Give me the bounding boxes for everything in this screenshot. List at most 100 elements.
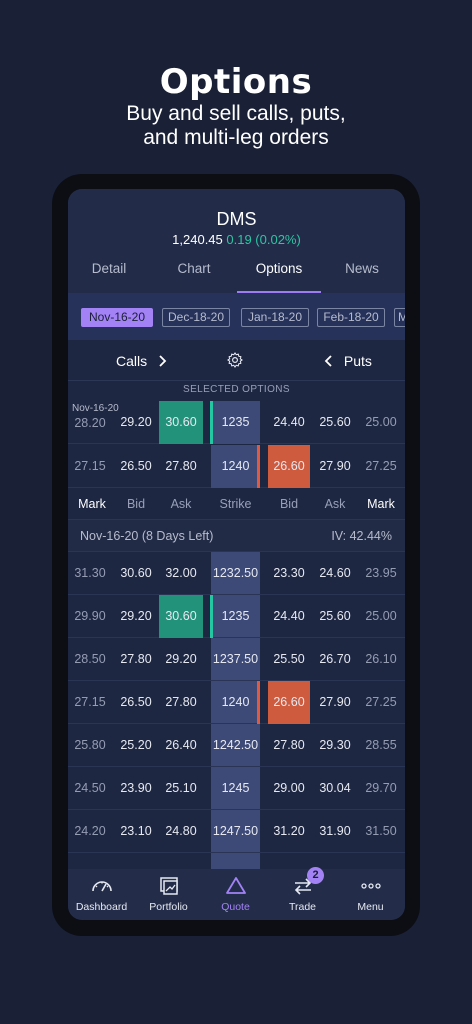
expiry-chip[interactable]: Nov-16-20 <box>81 308 153 327</box>
expiry-chip[interactable]: Feb-18-20 <box>317 308 385 327</box>
call-bid[interactable]: 29.20 <box>114 595 158 638</box>
put-ask[interactable]: 27.90 <box>313 681 357 724</box>
put-bid[interactable]: 31.20 <box>268 810 310 853</box>
call-ask[interactable]: 29.20 <box>159 638 203 681</box>
nav-label: Menu <box>357 901 384 913</box>
expiry-days-left: Nov-16-20 (8 Days Left) <box>80 529 214 543</box>
put-mark: 25.00 <box>365 609 397 623</box>
strike: 1240 <box>221 459 250 473</box>
put-ask[interactable]: 25.60 <box>313 595 357 638</box>
call-ask[interactable]: 30.60 <box>159 401 203 444</box>
strike: 1232.50 <box>212 566 259 580</box>
calls-button[interactable]: Calls <box>116 353 167 369</box>
call-mark: 29.90 <box>74 609 106 623</box>
expiry-chip[interactable]: M <box>394 308 405 327</box>
put-mark: 23.95 <box>365 566 397 580</box>
put-mark: 27.25 <box>365 695 397 709</box>
call-ask[interactable]: 27.80 <box>159 445 203 488</box>
nav-label: Trade <box>288 901 317 913</box>
option-chain-row[interactable]: 27.15 26.50 27.80 1240 26.60 27.90 27.25 <box>68 681 405 724</box>
col-put-mark: Mark <box>367 497 395 511</box>
call-ask[interactable]: 27.80 <box>159 681 203 724</box>
call-bid[interactable]: 23.90 <box>114 767 158 810</box>
option-chain-row[interactable]: 24.20 23.10 24.80 1247.50 31.20 31.90 31… <box>68 810 405 853</box>
put-ask[interactable]: 24.60 <box>313 552 357 595</box>
nav-portfolio[interactable]: Portfolio <box>135 869 202 920</box>
put-ask[interactable]: 25.60 <box>313 401 357 444</box>
option-chain-row[interactable]: 28.50 27.80 29.20 1237.50 25.50 26.70 26… <box>68 638 405 681</box>
chevron-right-icon <box>159 355 167 367</box>
expiry-info-bar: Nov-16-20 (8 Days Left) IV: 42.44% <box>68 520 405 552</box>
option-chain-row[interactable]: 24.50 23.90 25.10 1245 29.00 30.04 29.70 <box>68 767 405 810</box>
call-bid[interactable]: 27.80 <box>114 638 158 681</box>
call-mark: 28.50 <box>74 652 106 666</box>
call-bid[interactable]: 30.60 <box>114 552 158 595</box>
nav-label: Portfolio <box>149 901 188 913</box>
symbol-title: DMS <box>216 209 257 229</box>
put-bid[interactable]: 26.60 <box>268 681 310 724</box>
promo-subtitle-line1: Buy and sell calls, puts, <box>126 102 346 125</box>
nav-label: Dashboard <box>75 901 128 913</box>
put-bid[interactable]: 26.60 <box>268 445 310 488</box>
strike: 1237.50 <box>212 652 259 666</box>
call-ask[interactable]: 24.80 <box>159 810 203 853</box>
expiry-chip[interactable]: Dec-18-20 <box>162 308 230 327</box>
put-mark: 25.00 <box>365 415 397 429</box>
gear-icon[interactable] <box>226 351 244 369</box>
call-bid[interactable]: 26.50 <box>114 445 158 488</box>
selected-options-header: SELECTED OPTIONS <box>183 384 290 395</box>
call-ask[interactable]: 32.00 <box>159 552 203 595</box>
nav-dashboard[interactable]: Dashboard <box>68 869 135 920</box>
price-change: 0.19 (0.02%) <box>226 232 301 247</box>
call-bid[interactable]: 25.20 <box>114 724 158 767</box>
selected-option-row[interactable]: 27.15 26.50 27.80 1240 26.60 27.90 27.25 <box>68 445 405 488</box>
put-ask[interactable]: 31.90 <box>313 810 357 853</box>
gauge-icon <box>91 881 112 892</box>
col-call-ask: Ask <box>170 497 192 511</box>
nav-menu[interactable]: Menu <box>336 869 405 920</box>
calls-puts-toggle: Calls Puts <box>68 340 405 381</box>
put-ask[interactable]: 27.90 <box>313 445 357 488</box>
tab-options[interactable]: Options <box>237 261 321 276</box>
put-bid[interactable]: 24.40 <box>268 595 310 638</box>
call-mark: 25.80 <box>74 738 106 752</box>
call-ask[interactable]: 30.60 <box>159 595 203 638</box>
promo-subtitle: Buy and sell calls, puts, and multi-leg … <box>0 102 472 150</box>
call-ask[interactable]: 25.10 <box>159 767 203 810</box>
put-ask[interactable]: 30.04 <box>313 767 357 810</box>
call-bid[interactable]: 29.20 <box>114 401 158 444</box>
option-chain-row[interactable]: 25.80 25.20 26.40 1242.50 27.80 29.30 28… <box>68 724 405 767</box>
put-bid[interactable]: 29.00 <box>268 767 310 810</box>
option-chain-row[interactable]: 31.30 30.60 32.00 1232.50 23.30 24.60 23… <box>68 552 405 595</box>
tab-detail[interactable]: Detail <box>74 261 144 276</box>
strike: 1247.50 <box>212 824 259 838</box>
call-bid[interactable]: 26.50 <box>114 681 158 724</box>
puts-button[interactable]: Puts <box>324 353 372 369</box>
call-mark: 24.20 <box>74 824 106 838</box>
nav-trade[interactable]: 2 Trade <box>269 867 336 920</box>
implied-volatility: IV: 42.44% <box>331 529 392 543</box>
put-ask[interactable]: 26.70 <box>313 638 357 681</box>
expiry-chip[interactable]: Jan-18-20 <box>241 308 309 327</box>
col-put-ask: Ask <box>324 497 346 511</box>
option-chain-row[interactable]: 29.90 29.20 30.60 1235 24.40 25.60 25.00 <box>68 595 405 638</box>
call-bid[interactable]: 23.10 <box>114 810 158 853</box>
call-ask[interactable]: 26.40 <box>159 724 203 767</box>
nav-label: Quote <box>221 901 250 913</box>
triangle-icon <box>225 877 246 894</box>
tab-news[interactable]: News <box>330 261 394 276</box>
put-bid[interactable]: 27.80 <box>268 724 310 767</box>
quote-tabs: Detail Chart Options News <box>68 253 405 293</box>
put-bid[interactable]: 23.30 <box>268 552 310 595</box>
put-mark: 29.70 <box>365 781 397 795</box>
calls-label: Calls <box>116 353 148 369</box>
strike: 1235 <box>221 415 250 429</box>
put-ask[interactable]: 29.30 <box>313 724 357 767</box>
call-mark: 27.15 <box>74 459 106 473</box>
tab-chart[interactable]: Chart <box>158 261 230 276</box>
put-bid[interactable]: 24.40 <box>268 401 310 444</box>
nav-quote[interactable]: Quote <box>202 869 269 920</box>
selected-option-row[interactable]: Nov-16-20 28.20 29.20 30.60 1235 24.40 2… <box>68 401 405 444</box>
expiry-date-selector: Nov-16-20 Dec-18-20 Jan-18-20 Feb-18-20 … <box>68 293 405 340</box>
put-bid[interactable]: 25.50 <box>268 638 310 681</box>
